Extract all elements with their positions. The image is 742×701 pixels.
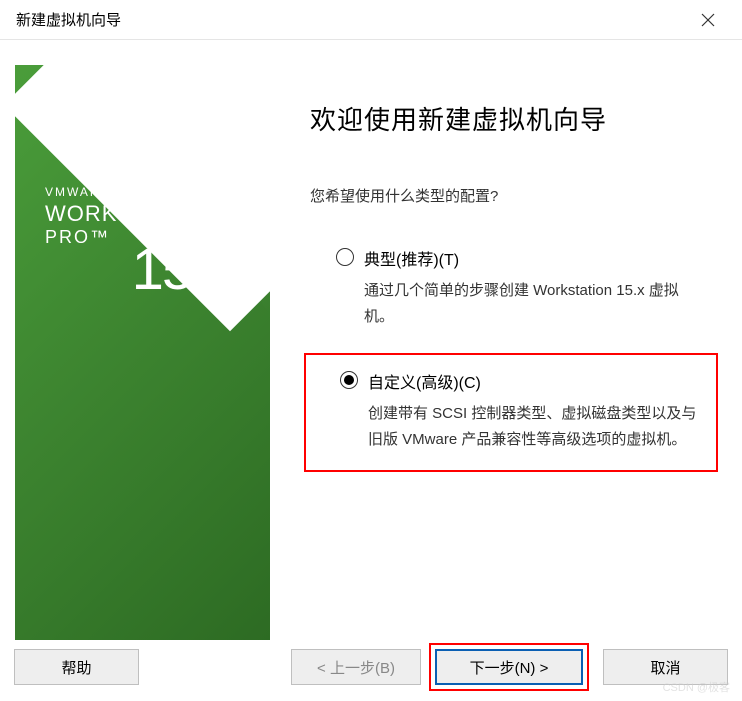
titlebar: 新建虚拟机向导 <box>0 0 742 40</box>
option-custom[interactable]: 自定义(高级)(C) 创建带有 SCSI 控制器类型、虚拟磁盘类型以及与旧版 V… <box>314 369 708 452</box>
radio-custom[interactable] <box>340 371 358 389</box>
content-area: VMWARE WORKSTATION PRO™ 15.5 欢迎使用新建虚拟机向导… <box>0 40 742 641</box>
option-body: 典型(推荐)(T) 通过几个简单的步骤创建 Workstation 15.x 虚… <box>364 246 702 329</box>
option-custom-title: 自定义(高级)(C) <box>368 369 698 393</box>
footer-buttons: 帮助 < 上一步(B) 下一步(N) > 取消 <box>0 641 742 701</box>
watermark: CSDN @极客 <box>663 679 730 695</box>
brand-workstation: WORKSTATION <box>45 201 217 227</box>
highlight-next-button: 下一步(N) > <box>429 643 589 691</box>
radio-typical[interactable] <box>336 248 354 266</box>
brand-vmware: VMWARE <box>45 185 217 199</box>
config-prompt: 您希望使用什么类型的配置? <box>310 185 712 206</box>
option-body: 自定义(高级)(C) 创建带有 SCSI 控制器类型、虚拟磁盘类型以及与旧版 V… <box>368 369 698 452</box>
option-custom-desc: 创建带有 SCSI 控制器类型、虚拟磁盘类型以及与旧版 VMware 产品兼容性… <box>368 401 698 452</box>
option-typical-desc: 通过几个简单的步骤创建 Workstation 15.x 虚拟机。 <box>364 278 702 329</box>
back-button[interactable]: < 上一步(B) <box>291 649 421 685</box>
page-heading: 欢迎使用新建虚拟机向导 <box>310 100 712 137</box>
brand-pro: PRO™ <box>45 227 110 248</box>
wizard-window: 新建虚拟机向导 VMWARE WORKSTATION PRO™ 15.5 欢迎使… <box>0 0 742 701</box>
window-title: 新建虚拟机向导 <box>16 9 121 30</box>
close-icon <box>701 13 715 27</box>
help-button[interactable]: 帮助 <box>14 649 139 685</box>
next-button[interactable]: 下一步(N) > <box>435 649 583 685</box>
main-panel: 欢迎使用新建虚拟机向导 您希望使用什么类型的配置? 典型(推荐)(T) 通过几个… <box>270 40 742 641</box>
highlight-custom-option: 自定义(高级)(C) 创建带有 SCSI 控制器类型、虚拟磁盘类型以及与旧版 V… <box>304 353 718 472</box>
option-typical-title: 典型(推荐)(T) <box>364 246 702 270</box>
close-button[interactable] <box>688 0 728 40</box>
brand-block: VMWARE WORKSTATION PRO™ 15.5 <box>45 185 217 303</box>
option-typical[interactable]: 典型(推荐)(T) 通过几个简单的步骤创建 Workstation 15.x 虚… <box>310 246 712 329</box>
sidebar-brand-panel: VMWARE WORKSTATION PRO™ 15.5 <box>15 65 270 640</box>
